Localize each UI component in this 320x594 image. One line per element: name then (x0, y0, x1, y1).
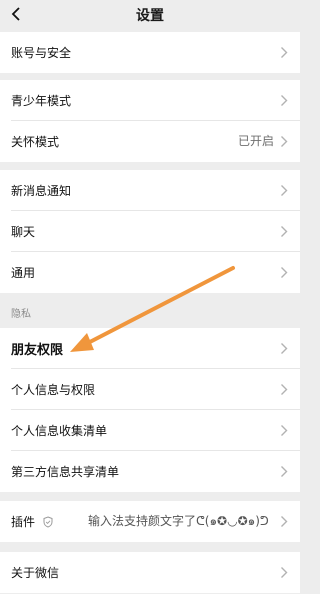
shield-icon (43, 515, 53, 528)
chevron-right-icon (281, 466, 288, 477)
row-label: 插件 (11, 515, 36, 529)
row-friend-permissions[interactable]: 朋友权限 (0, 328, 300, 369)
chevron-right-icon (281, 343, 288, 354)
chevron-right-icon (281, 425, 288, 436)
row-third-party-sharing[interactable]: 第三方信息共享清单 (0, 451, 300, 492)
section-label-privacy: 隐私 (11, 309, 31, 320)
row-label: 个人信息收集清单 (11, 424, 108, 438)
group-modes: 青少年模式 关怀模式 已开启 (0, 80, 300, 162)
care-mode-status: 已开启 (237, 134, 274, 148)
row-label: 第三方信息共享清单 (11, 465, 120, 479)
row-label: 聊天 (11, 225, 36, 239)
group-privacy: 朋友权限 个人信息与权限 个人信息收集清单 第三方信息共享清单 (0, 328, 300, 492)
row-label: 通用 (11, 266, 36, 280)
row-label: 青少年模式 (11, 94, 72, 108)
chevron-right-icon (281, 47, 288, 58)
group-plugins: 插件 输入法支持颜文字了ᕦ(๑✪◡✪๑)ᕤ (0, 501, 300, 542)
chevron-right-icon (281, 267, 288, 278)
chevron-right-icon (281, 136, 288, 147)
top-bar: 设置 (0, 0, 300, 29)
group-general: 新消息通知 聊天 通用 (0, 170, 300, 293)
row-account-security[interactable]: 账号与安全 (0, 32, 300, 73)
row-label: 个人信息与权限 (11, 383, 96, 397)
plugin-promo-text: 输入法支持颜文字了ᕦ(๑✪◡✪๑)ᕤ (88, 514, 269, 528)
row-personal-info-collection[interactable]: 个人信息收集清单 (0, 410, 300, 451)
page-title: 设置 (136, 8, 164, 24)
chevron-right-icon (281, 516, 288, 527)
row-label: 新消息通知 (11, 184, 72, 198)
group-account: 账号与安全 (0, 32, 300, 73)
row-care-mode[interactable]: 关怀模式 已开启 (0, 121, 300, 162)
row-personal-info-permissions[interactable]: 个人信息与权限 (0, 369, 300, 410)
row-label: 关怀模式 (11, 135, 60, 149)
row-general[interactable]: 通用 (0, 252, 300, 293)
group-about: 关于微信 (0, 552, 300, 593)
row-new-message-notify[interactable]: 新消息通知 (0, 170, 300, 211)
row-label: 账号与安全 (11, 46, 72, 60)
chevron-right-icon (281, 384, 288, 395)
row-label: 朋友权限 (11, 343, 64, 358)
row-plugins[interactable]: 插件 输入法支持颜文字了ᕦ(๑✪◡✪๑)ᕤ (0, 501, 300, 542)
row-about-wechat[interactable]: 关于微信 (0, 552, 300, 593)
chevron-right-icon (281, 567, 288, 578)
row-chat[interactable]: 聊天 (0, 211, 300, 252)
chevron-right-icon (281, 226, 288, 237)
row-teen-mode[interactable]: 青少年模式 (0, 80, 300, 121)
chevron-right-icon (281, 185, 288, 196)
row-label: 关于微信 (11, 566, 60, 580)
chevron-right-icon (281, 95, 288, 106)
